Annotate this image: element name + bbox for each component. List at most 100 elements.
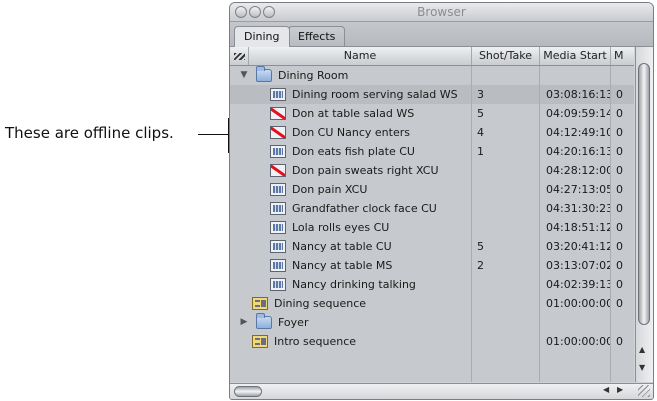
column-divider [610, 66, 611, 382]
shot-take-value: 3 [477, 88, 484, 101]
media-start-value: 04:02:39:13 [546, 278, 610, 291]
media-start-value: 04:27:13:05 [546, 183, 610, 196]
list-item[interactable]: Don at table salad WS 5 04:09:59:14 0 [230, 104, 634, 123]
extra-column-value [616, 313, 632, 332]
shot-take-value: 5 [477, 240, 484, 253]
tab-effects[interactable]: Effects [288, 26, 346, 46]
header-media-start[interactable]: Media Start [540, 47, 611, 65]
column-divider [539, 66, 540, 382]
item-name: Intro sequence [274, 335, 357, 348]
list-item[interactable]: Nancy drinking talking 04:02:39:13 0 [230, 275, 634, 294]
item-name: Dining Room [278, 69, 349, 82]
folder-icon [256, 313, 272, 329]
shot-take-value [477, 161, 537, 180]
list-item[interactable]: Don eats fish plate CU 1 04:20:16:13 0 [230, 142, 634, 161]
folder-row[interactable]: ▼ Dining Room [230, 66, 634, 85]
list-item[interactable]: Don pain XCU 04:27:13:05 0 [230, 180, 634, 199]
tab-dining[interactable]: Dining [234, 26, 290, 47]
clip-icon [270, 183, 286, 196]
list-item[interactable]: Don CU Nancy enters 4 04:12:49:10 0 [230, 123, 634, 142]
media-start-value [546, 313, 610, 332]
shot-take-value [477, 218, 537, 237]
list-item[interactable]: Don pain sweats right XCU 04:28:12:00 0 [230, 161, 634, 180]
header-more[interactable]: M [611, 47, 634, 65]
clip-list: ▼ Dining Room Dining room serving salad WS… [230, 66, 634, 382]
window-title: Browser [417, 5, 466, 19]
clip-icon [270, 221, 286, 234]
list-item[interactable]: Intro sequence 01:00:00:00 0 [230, 332, 634, 351]
shot-take-value: 4 [477, 126, 484, 139]
extra-column-value: 0 [616, 297, 623, 310]
clip-icon [270, 88, 286, 101]
clip-icon [270, 202, 286, 215]
header-shot-take[interactable]: Shot/Take [472, 47, 540, 65]
extra-column-value: 0 [616, 107, 623, 120]
media-start-value: 04:09:59:14 [546, 107, 610, 120]
extra-column-value: 0 [616, 278, 623, 291]
list-item[interactable]: Nancy at table MS 2 03:13:07:02 0 [230, 256, 634, 275]
disclosure-open-icon[interactable]: ▼ [238, 66, 250, 85]
item-name: Grandfather clock face CU [292, 202, 437, 215]
header-icon-column[interactable] [230, 47, 249, 65]
media-start-value: 01:00:00:00 [546, 335, 610, 348]
scroll-left-arrow-icon[interactable]: ◀ [603, 385, 609, 394]
shot-take-value: 5 [477, 107, 484, 120]
horizontal-scroll-thumb[interactable] [234, 386, 262, 397]
item-name: Don eats fish plate CU [292, 145, 415, 158]
horizontal-scrollbar[interactable]: ◀ ▶ [230, 383, 653, 399]
scroll-down-arrow-icon[interactable]: ▼ [639, 363, 645, 372]
item-name: Nancy at table CU [292, 240, 392, 253]
list-item[interactable]: Dining sequence 01:00:00:00 0 [230, 294, 634, 313]
header-name[interactable]: Name [249, 47, 472, 65]
extra-column-value: 0 [616, 164, 623, 177]
disclosure-closed-icon[interactable]: ▶ [238, 313, 250, 332]
extra-column-value: 0 [616, 126, 623, 139]
column-divider [471, 66, 472, 382]
item-name: Foyer [278, 316, 309, 329]
shot-take-value [477, 199, 537, 218]
list-item[interactable]: Grandfather clock face CU 04:31:30:23 0 [230, 199, 634, 218]
folder-row[interactable]: ▶ Foyer [230, 313, 634, 332]
resize-grip-icon[interactable] [638, 385, 650, 397]
vertical-scroll-thumb[interactable] [638, 63, 650, 325]
list-item[interactable]: Lola rolls eyes CU 04:18:51:12 0 [230, 218, 634, 237]
list-item[interactable]: Dining room serving salad WS 3 03:08:16:13… [230, 85, 634, 104]
media-start-value: 04:18:51:12 [546, 221, 610, 234]
shot-take-value [477, 332, 537, 351]
column-header: Name Shot/Take Media Start M [230, 47, 634, 66]
item-name: Dining room serving salad WS [292, 88, 458, 101]
callout-line [198, 134, 228, 135]
scroll-up-arrow-icon[interactable]: ▲ [639, 345, 645, 354]
extra-column-value: 0 [616, 88, 623, 101]
media-start-value: 04:31:30:23 [546, 202, 610, 215]
media-start-value: 04:20:16:13 [546, 145, 610, 158]
item-name: Don pain sweats right XCU [292, 164, 439, 177]
item-name: Dining sequence [274, 297, 367, 310]
sequence-icon [252, 297, 268, 310]
item-name: Lola rolls eyes CU [292, 221, 390, 234]
folder-icon [256, 66, 272, 82]
offline-clip-icon [270, 126, 286, 139]
clip-icon [270, 259, 286, 272]
list-item[interactable]: Nancy at table CU 5 03:20:41:12 0 [230, 237, 634, 256]
media-start-value: 03:08:16:13 [546, 88, 610, 101]
media-start-value: 01:00:00:00 [546, 297, 610, 310]
extra-column-value: 0 [616, 335, 623, 348]
media-start-value: 04:12:49:10 [546, 126, 610, 139]
clip-icon [270, 278, 286, 291]
extra-column-value [616, 66, 632, 85]
extra-column-value: 0 [616, 240, 623, 253]
offline-clip-icon [270, 107, 286, 120]
callout-label: These are offline clips. [5, 124, 174, 142]
title-bar[interactable]: Browser [230, 3, 653, 22]
extra-column-value: 0 [616, 221, 623, 234]
vertical-scrollbar[interactable]: ▲ ▼ [635, 47, 653, 382]
shot-take-value [477, 313, 537, 332]
shot-take-value [477, 180, 537, 199]
shot-take-value: 2 [477, 259, 484, 272]
scroll-right-arrow-icon[interactable]: ▶ [617, 385, 623, 394]
item-name: Don at table salad WS [292, 107, 415, 120]
media-start-value: 03:20:41:12 [546, 240, 610, 253]
item-name: Don pain XCU [292, 183, 368, 196]
clip-icon [270, 145, 286, 158]
